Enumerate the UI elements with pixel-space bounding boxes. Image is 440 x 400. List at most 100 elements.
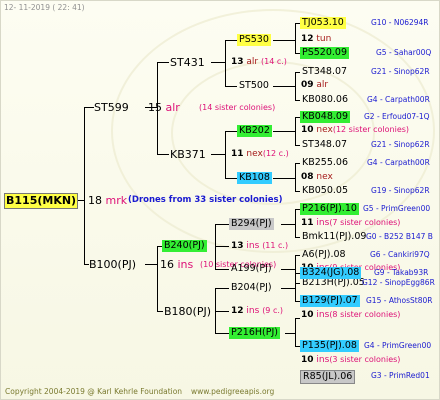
breed-code: nex	[316, 125, 333, 135]
queen-id[interactable]: B129(PJ).07	[300, 295, 360, 307]
sister-note: (3 sister colonies)	[329, 355, 401, 364]
queen-info: 12 tun	[301, 34, 331, 45]
pedigree-chart: 12- 11-2019 ( 22: 41) B115(MKN) 18 mrk (…	[0, 0, 440, 400]
connector	[84, 107, 94, 108]
queen-info: 10 nex(12 sister colonies)	[301, 125, 409, 136]
connector	[225, 131, 226, 178]
queen-id[interactable]: PS520.09	[300, 47, 349, 59]
queen-id[interactable]: P135(PJ).08	[300, 340, 359, 352]
sister-note: (9 c.)	[262, 306, 284, 315]
website-link[interactable]: www.pedigreeapis.org	[191, 387, 274, 397]
queen-id[interactable]: B180(PJ)	[164, 305, 211, 318]
sister-note: (11 c.)	[262, 241, 289, 250]
breed-code: ins	[316, 218, 330, 228]
queen-id[interactable]: ST348.07	[300, 66, 349, 78]
queen-id[interactable]: B324(JG).08	[300, 267, 362, 279]
breed-code: tun	[316, 34, 332, 44]
queen-id[interactable]: ST348.07	[300, 139, 349, 151]
connector	[145, 264, 157, 265]
breeder-code: G12 - SinopEgg86R	[362, 278, 435, 287]
connector	[295, 163, 296, 191]
queen-id[interactable]: KB108	[237, 172, 272, 184]
breeder-code: G3 - PrimRed01	[371, 371, 430, 380]
queen-id[interactable]: KB050.05	[300, 185, 350, 197]
timestamp: 12- 11-2019 ( 22: 41)	[4, 3, 85, 12]
queen-id[interactable]: KB202	[237, 125, 272, 137]
queen-id[interactable]: P216(PJ).10	[300, 203, 359, 215]
year-number: 13	[231, 241, 244, 251]
breed-code: ins	[316, 310, 330, 320]
queen-id[interactable]: TJ053.10	[300, 17, 346, 29]
queen-id[interactable]: PS530	[237, 34, 271, 46]
queen-id[interactable]: ST500	[237, 80, 271, 92]
sister-note: (14 sister colonies)	[199, 103, 276, 112]
sister-note: (12 c.)	[262, 149, 289, 158]
queen-info: 15 alr	[148, 101, 180, 114]
connector	[281, 224, 295, 225]
copyright: Copyright 2004-2019 @ Karl Kehrle Founda…	[5, 387, 183, 396]
connector	[157, 62, 169, 63]
breeder-code: G15 - AthosSt80R	[366, 296, 433, 305]
connector	[273, 40, 295, 41]
queen-id[interactable]: B100(PJ)	[89, 258, 136, 271]
queen-info: 12 ins (9 c.)	[231, 306, 283, 317]
connector	[215, 224, 229, 225]
queen-id[interactable]: B240(PJ)	[162, 240, 207, 252]
connector	[295, 23, 296, 53]
queen-id[interactable]: B294(PJ)	[229, 218, 274, 230]
queen-id[interactable]: A199(PJ)	[229, 263, 274, 275]
breed-code: ins	[246, 241, 260, 251]
queen-id[interactable]: ST599	[94, 101, 129, 114]
queen-id[interactable]: ST431	[170, 56, 205, 69]
queen-id[interactable]: Bmk11(PJ).09	[300, 231, 368, 243]
connector	[157, 311, 163, 312]
sister-note: (8 sister colonies)	[329, 310, 401, 319]
queen-id[interactable]: KB048.09	[300, 111, 350, 123]
breed-code: ins	[316, 355, 330, 365]
connector	[281, 269, 295, 270]
breeder-code: G4 - Carpath00R	[367, 95, 430, 104]
queen-id[interactable]: B204(PJ)	[229, 282, 274, 294]
breeder-code: G4 - PrimGreen00	[364, 341, 432, 350]
year-number: 09	[301, 80, 314, 90]
breed-code: nex	[316, 172, 333, 182]
connector	[273, 178, 295, 179]
connector	[295, 72, 296, 100]
connector	[225, 86, 237, 87]
connector	[215, 311, 229, 312]
year-number: 10	[301, 355, 314, 365]
queen-id[interactable]: KB080.06	[300, 94, 350, 106]
breed-code: alr	[316, 80, 329, 90]
queen-id[interactable]: R85(JL).06	[300, 370, 356, 384]
connector	[225, 40, 237, 41]
year-number: 12	[301, 34, 314, 44]
breeder-code: G2 - Erfoud07-1Q	[364, 112, 430, 121]
queen-id[interactable]: KB255.06	[300, 157, 350, 169]
queen-id[interactable]: P216H(PJ)	[229, 327, 280, 339]
connector	[285, 333, 295, 334]
connector	[215, 246, 229, 247]
queen-id[interactable]: B115(MKN)	[4, 193, 79, 209]
drone-note: (Drones from 33 sister colonies)	[128, 195, 283, 205]
year-number: 08	[301, 172, 314, 182]
connector	[211, 62, 225, 63]
queen-id[interactable]: A6(PJ).08	[300, 249, 348, 261]
queen-id[interactable]: KB371	[170, 148, 206, 161]
breeder-code: G10 - N06294R	[371, 18, 429, 27]
sister-note: (14 c.)	[261, 57, 287, 66]
connector	[295, 273, 296, 301]
connector	[157, 246, 158, 311]
queen-info: 09 alr	[301, 80, 328, 91]
breed-code: alr	[246, 57, 259, 67]
sister-note: (7 sister colonies)	[329, 218, 401, 227]
breeder-code: G6 - Cankiri97Q	[370, 250, 430, 259]
queen-info: 13 alr (14 c.)	[231, 57, 287, 68]
connector	[273, 131, 295, 132]
year-number: 15	[148, 101, 162, 114]
queen-info: 11 nex(12 c.)	[231, 149, 289, 160]
sister-note: (12 sister colonies)	[332, 125, 410, 134]
connector	[225, 131, 237, 132]
connector	[273, 86, 295, 87]
year-number: 18	[88, 194, 102, 207]
connector	[84, 107, 85, 264]
